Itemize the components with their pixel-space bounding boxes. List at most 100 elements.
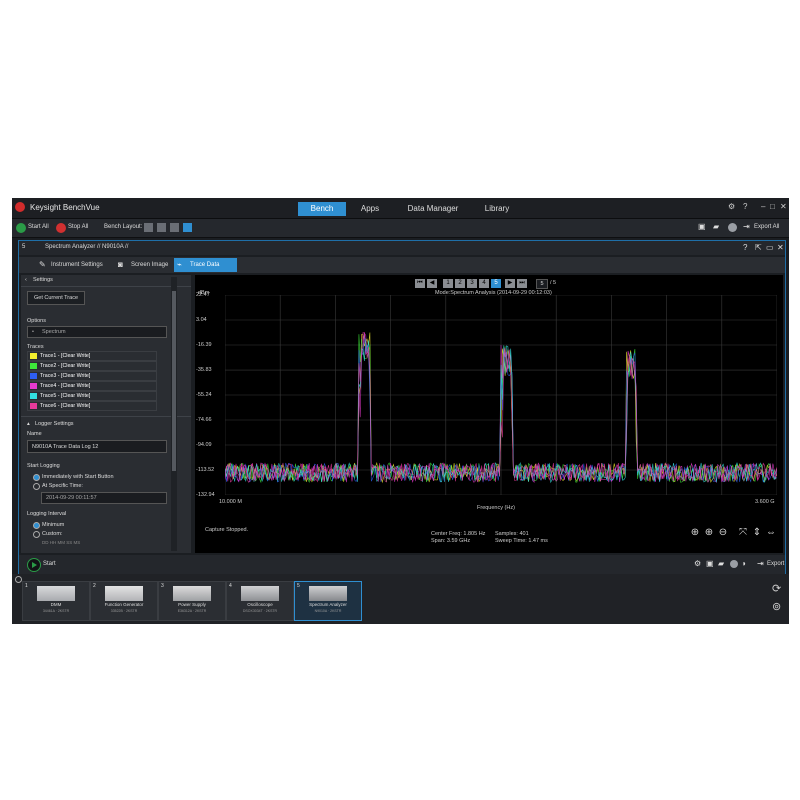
start-label[interactable]: Start xyxy=(43,561,56,567)
radio-immediately[interactable] xyxy=(33,474,40,481)
panel-title: Spectrum Analyzer // N9010A // xyxy=(45,244,129,250)
last-page-icon[interactable]: ⏭ xyxy=(517,279,527,288)
shelf-item-label: Spectrum Analyzer xyxy=(309,602,347,607)
trace-item[interactable]: Trace2 - [Clear Write] xyxy=(27,361,157,371)
start-button[interactable] xyxy=(27,558,41,572)
radio-custom[interactable] xyxy=(33,531,40,538)
app-title: Keysight BenchVue xyxy=(30,203,100,212)
y-tick-label: -113.52 xyxy=(196,467,215,473)
specific-time-option-label: At Specific Time: xyxy=(42,483,83,489)
next-page-icon[interactable]: ▶ xyxy=(505,279,515,288)
bench-toolbar: Start All Stop All Bench Layout: ▣ ▰ ⇥ E… xyxy=(12,219,789,238)
tab-instrument-settings[interactable]: ✎ Instrument Settings xyxy=(35,258,127,272)
prev-page-icon[interactable]: ◀ xyxy=(427,279,437,288)
panel-close-icon[interactable]: ✕ xyxy=(777,243,784,252)
options-value: Spectrum xyxy=(42,329,66,335)
layout-single-icon[interactable] xyxy=(183,223,192,232)
stop-all-button[interactable]: Stop All xyxy=(68,224,88,230)
trace-item[interactable]: Trace1 - [Clear Write] xyxy=(27,351,157,361)
settings-collapse-icon[interactable]: ‹ xyxy=(25,277,27,283)
trace-item-label: Trace5 - [Clear Write] xyxy=(40,393,91,399)
settings-scrollbar[interactable] xyxy=(171,277,177,551)
trace-item[interactable]: Trace6 - [Clear Write] xyxy=(27,401,157,411)
footer-save-icon[interactable]: ▣ xyxy=(706,559,714,568)
logger-settings-header: Logger Settings xyxy=(35,421,74,427)
tab-screen-image-label: Screen Image xyxy=(131,262,169,268)
tab-library[interactable]: Library xyxy=(472,202,522,216)
tab-data-manager[interactable]: Data Manager xyxy=(394,202,472,216)
tab-trace-data[interactable]: ⌁ Trace Data xyxy=(174,258,237,272)
page-button[interactable]: 1 xyxy=(443,279,453,288)
page-number-input[interactable]: 5 xyxy=(536,279,548,289)
radio-specific-time[interactable] xyxy=(33,483,40,490)
radio-minimum[interactable] xyxy=(33,522,40,529)
panel-help-icon[interactable]: ? xyxy=(743,243,747,252)
tab-bench[interactable]: Bench xyxy=(298,202,346,216)
zoom-area-icon[interactable]: ⊕ xyxy=(689,527,701,539)
settings-scroll-thumb[interactable] xyxy=(172,291,176,471)
popout-icon[interactable]: ⇱ xyxy=(755,243,762,252)
gear-icon[interactable]: ⚙ xyxy=(728,202,735,211)
logging-interval-label: Logging Interval xyxy=(27,511,67,517)
panel-maximize-icon[interactable]: ▭ xyxy=(766,243,774,252)
immediately-option-label: Immediately with Start Button xyxy=(42,474,114,480)
shelf-item-oscilloscope[interactable]: 4 Oscilloscope DSOX3034T · 2KSTR xyxy=(226,581,294,621)
fit-vertical-icon[interactable]: ⇕ xyxy=(751,527,763,539)
first-page-icon[interactable]: ⏮ xyxy=(415,279,425,288)
maximize-icon[interactable]: □ xyxy=(770,202,775,211)
autoscale-icon[interactable]: ⤧ xyxy=(737,527,749,539)
page-button[interactable]: 4 xyxy=(479,279,489,288)
spectrum-plot[interactable] xyxy=(225,295,777,495)
layout-columns-icon[interactable] xyxy=(157,223,166,232)
x-axis-label: Frequency (Hz) xyxy=(477,505,515,511)
minimize-icon[interactable]: – xyxy=(761,202,765,211)
trace-color-swatch xyxy=(30,403,37,409)
footer-gear-icon[interactable]: ⚙ xyxy=(694,559,701,568)
minimum-option-label: Minimum xyxy=(42,522,65,528)
specific-time-field[interactable]: 2014-09-29 00:11:57 xyxy=(41,492,167,504)
log-name-field[interactable]: N9010A Trace Data Log 12 xyxy=(27,440,167,453)
zoom-in-icon[interactable]: ⊕ xyxy=(703,527,715,539)
logger-collapse-icon[interactable]: ▴ xyxy=(27,421,30,427)
layout-rows-icon[interactable] xyxy=(170,223,179,232)
footer-export-icon[interactable]: ⇥ xyxy=(757,559,764,568)
layout-grid-icon[interactable] xyxy=(144,223,153,232)
connection-icon[interactable]: ⊚ xyxy=(772,600,781,613)
specific-time-value: 2014-09-29 00:11:57 xyxy=(46,495,97,501)
shelf-item-spectrum-analyzer[interactable]: 5 Spectrum Analyzer N9010A · 2KSTR xyxy=(294,581,362,621)
custom-interval-placeholder[interactable]: DD HH MM SS MS xyxy=(42,540,80,545)
fit-horizontal-icon[interactable]: ⇔ xyxy=(765,527,777,539)
footer-info-icon[interactable]: ◑ xyxy=(741,559,746,568)
footer-folder-icon[interactable]: ▰ xyxy=(718,559,724,568)
start-all-button[interactable]: Start All xyxy=(28,224,49,230)
page-button[interactable]: 3 xyxy=(467,279,477,288)
options-field[interactable]: • Spectrum xyxy=(27,326,167,338)
trace-item[interactable]: Trace4 - [Clear Write] xyxy=(27,381,157,391)
tab-apps[interactable]: Apps xyxy=(346,202,394,216)
save-icon[interactable]: ▣ xyxy=(698,222,706,231)
zoom-out-icon[interactable]: ⊖ xyxy=(717,527,729,539)
footer-record-icon[interactable] xyxy=(730,560,738,568)
record-icon[interactable] xyxy=(728,223,737,232)
trace-item[interactable]: Trace5 - [Clear Write] xyxy=(27,391,157,401)
help-icon[interactable]: ? xyxy=(743,202,747,211)
get-current-trace-button[interactable]: Get Current Trace xyxy=(27,291,85,305)
stop-all-icon[interactable] xyxy=(56,223,66,233)
shelf-item-number: 1 xyxy=(25,583,28,589)
refresh-icon[interactable]: ⟳ xyxy=(772,582,781,595)
folder-icon[interactable]: ▰ xyxy=(713,222,719,231)
start-all-icon[interactable] xyxy=(16,223,26,233)
shelf-toggle-icon[interactable] xyxy=(15,576,22,583)
export-all-icon[interactable]: ⇥ xyxy=(743,222,750,231)
shelf-item-power-supply[interactable]: 3 Power Supply E36312A · 2KSTR xyxy=(158,581,226,621)
shelf-item-function-generator[interactable]: 2 Function Generator 33522B · 2KSTR xyxy=(90,581,158,621)
trace-icon: ⌁ xyxy=(177,260,182,269)
export-all-button[interactable]: Export All xyxy=(754,224,779,230)
export-button[interactable]: Export xyxy=(767,561,784,567)
trace-item[interactable]: Trace3 - [Clear Write] xyxy=(27,371,157,381)
shelf-item-dmm[interactable]: 1 DMM 34461A · 2KSTR xyxy=(22,581,90,621)
page-button[interactable]: 2 xyxy=(455,279,465,288)
panel-footer: Start ⚙ ▣ ▰ ◑ ⇥ Export xyxy=(19,555,785,574)
page-button-active[interactable]: 5 xyxy=(491,279,501,288)
close-icon[interactable]: ✕ xyxy=(780,202,787,211)
